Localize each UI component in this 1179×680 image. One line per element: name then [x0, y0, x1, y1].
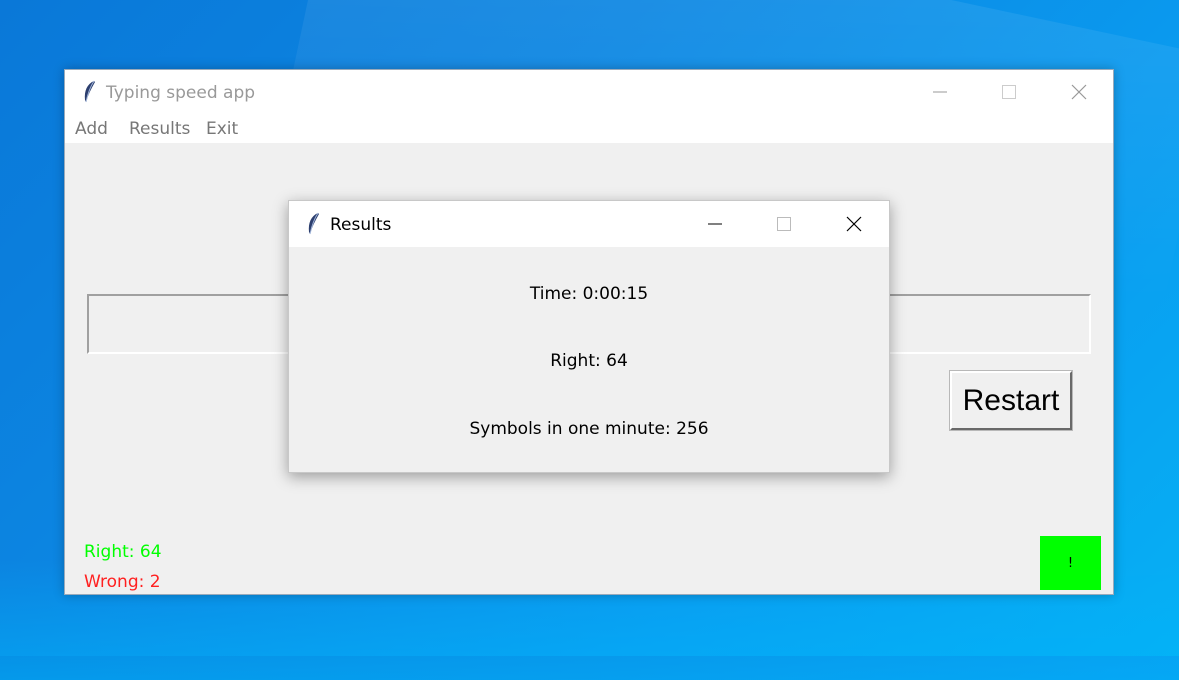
results-minimize-button[interactable] [680, 201, 750, 247]
status-indicator: ! [1040, 536, 1101, 590]
main-window-title: Typing speed app [106, 83, 256, 103]
maximize-button[interactable] [974, 70, 1044, 114]
wrong-count-label: Wrong: 2 [84, 572, 161, 592]
restart-button[interactable]: Restart [949, 370, 1073, 431]
menu-results[interactable]: Results [129, 119, 190, 139]
close-icon [1071, 84, 1087, 100]
results-close-button[interactable] [819, 201, 889, 247]
minimize-button[interactable] [905, 70, 975, 114]
menu-add[interactable]: Add [75, 119, 108, 139]
feather-icon [305, 212, 321, 236]
results-window: Results Time: 0:00:15 Right: 64 Symbols … [288, 200, 890, 473]
close-icon [846, 216, 862, 232]
maximize-icon [1002, 85, 1016, 99]
minimize-icon [933, 91, 947, 93]
right-count-label: Right: 64 [84, 542, 162, 562]
results-time: Time: 0:00:15 [529, 284, 649, 304]
maximize-icon [777, 217, 791, 231]
results-titlebar[interactable]: Results [289, 201, 889, 247]
close-button[interactable] [1044, 70, 1114, 114]
main-titlebar[interactable]: Typing speed app [65, 70, 1113, 114]
menubar: Add Results Exit [65, 114, 1113, 143]
results-maximize-button[interactable] [749, 201, 819, 247]
results-speed: Symbols in one minute: 256 [469, 419, 709, 439]
results-window-title: Results [330, 215, 392, 235]
results-right: Right: 64 [550, 351, 628, 371]
menu-exit[interactable]: Exit [206, 119, 238, 139]
minimize-icon [708, 223, 722, 225]
feather-icon [81, 80, 97, 104]
